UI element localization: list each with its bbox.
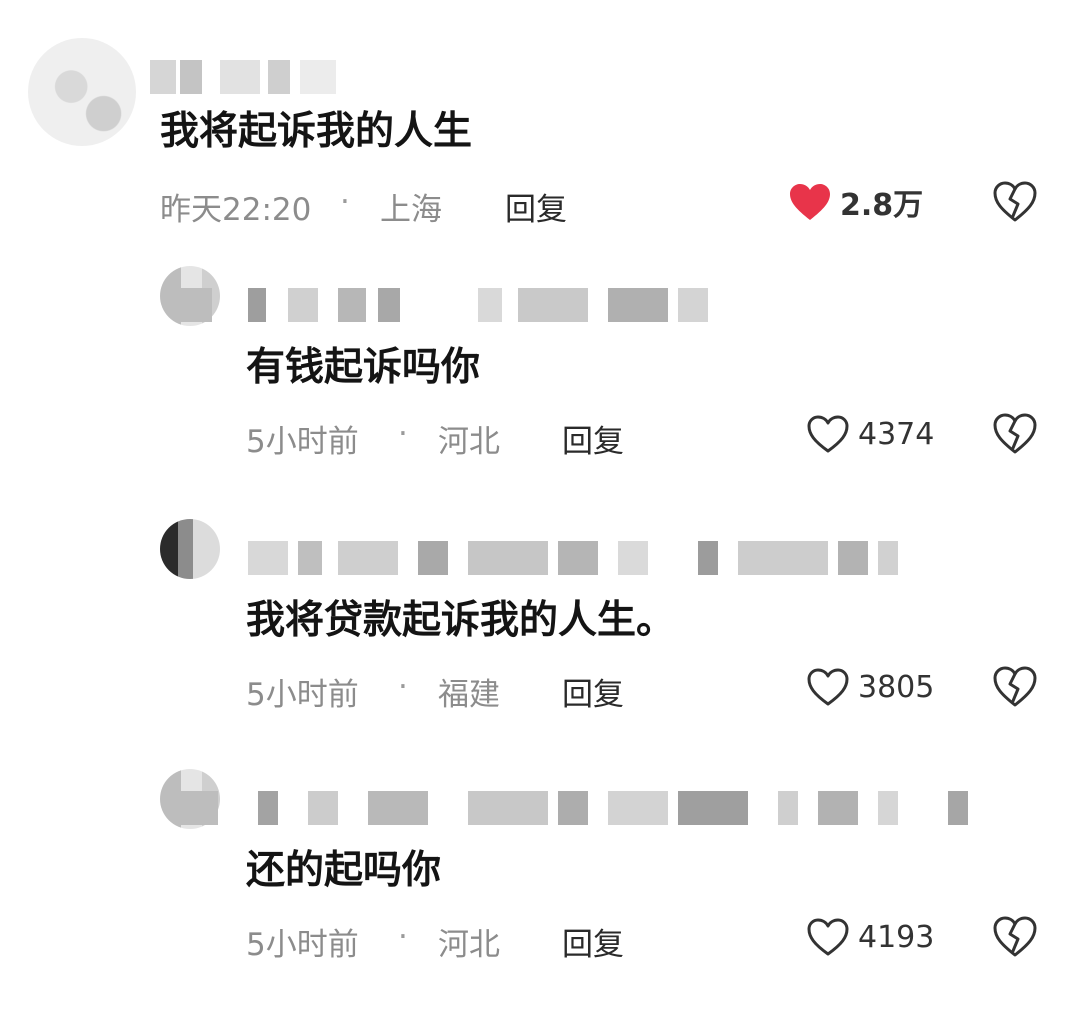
comment-location: 河北 bbox=[438, 927, 500, 963]
comment-text: 我将贷款起诉我的人生。 bbox=[246, 598, 676, 643]
reply-item: 还的起吗你 5小时前 · 河北 回复 4193 bbox=[0, 765, 1080, 985]
like-button[interactable]: 3805 bbox=[806, 663, 934, 711]
comment-time: 5小时前 bbox=[246, 424, 359, 460]
like-count: 2.8万 bbox=[840, 188, 924, 223]
reply-item: 有钱起诉吗你 5小时前 · 河北 回复 4374 bbox=[0, 262, 1080, 482]
username-pixelated[interactable] bbox=[150, 60, 340, 94]
comment-time: 5小时前 bbox=[246, 927, 359, 963]
like-count: 4193 bbox=[858, 919, 935, 955]
dislike-button[interactable] bbox=[992, 665, 1038, 709]
like-count: 3805 bbox=[858, 669, 935, 705]
dislike-button[interactable] bbox=[992, 180, 1038, 224]
reply-button[interactable]: 回复 bbox=[505, 184, 567, 229]
heart-filled-icon bbox=[790, 184, 830, 220]
comment-text: 有钱起诉吗你 bbox=[246, 345, 481, 390]
reply-button[interactable]: 回复 bbox=[562, 669, 624, 714]
username-pixelated[interactable] bbox=[178, 541, 938, 575]
like-count: 4374 bbox=[858, 416, 935, 452]
comment-item: 我将起诉我的人生 昨天22:20 · 上海 回复 2.8万 bbox=[0, 30, 1080, 250]
broken-heart-icon bbox=[993, 413, 1037, 454]
like-button[interactable]: 4193 bbox=[806, 913, 934, 961]
comment-time: 昨天22:20 bbox=[160, 192, 312, 228]
like-button[interactable]: 4374 bbox=[806, 410, 934, 458]
comment-location: 福建 bbox=[438, 677, 500, 713]
like-button[interactable]: 2.8万 bbox=[788, 178, 923, 226]
heart-outline-icon bbox=[807, 918, 849, 956]
meta-separator: · bbox=[398, 919, 408, 955]
comment-time: 5小时前 bbox=[246, 677, 359, 713]
broken-heart-icon bbox=[993, 916, 1037, 957]
meta-separator: · bbox=[398, 416, 408, 452]
meta-separator: · bbox=[398, 669, 408, 705]
heart-outline-icon bbox=[807, 668, 849, 706]
comment-location: 河北 bbox=[438, 424, 500, 460]
broken-heart-icon bbox=[993, 181, 1037, 222]
comment-thread: 我将起诉我的人生 昨天22:20 · 上海 回复 2.8万 有钱起诉吗你 5小时… bbox=[0, 0, 1080, 1013]
heart-outline-icon bbox=[807, 415, 849, 453]
username-pixelated[interactable] bbox=[178, 791, 978, 825]
username-pixelated[interactable] bbox=[178, 288, 718, 322]
comment-location: 上海 bbox=[380, 192, 442, 228]
dislike-button[interactable] bbox=[992, 412, 1038, 456]
comment-text: 我将起诉我的人生 bbox=[160, 109, 473, 154]
reply-button[interactable]: 回复 bbox=[562, 416, 624, 461]
meta-separator: · bbox=[340, 184, 350, 220]
avatar[interactable] bbox=[28, 38, 136, 146]
reply-button[interactable]: 回复 bbox=[562, 919, 624, 964]
dislike-button[interactable] bbox=[992, 915, 1038, 959]
comment-text: 还的起吗你 bbox=[246, 848, 442, 893]
reply-item: 我将贷款起诉我的人生。 5小时前 · 福建 回复 3805 bbox=[0, 515, 1080, 735]
broken-heart-icon bbox=[993, 666, 1037, 707]
